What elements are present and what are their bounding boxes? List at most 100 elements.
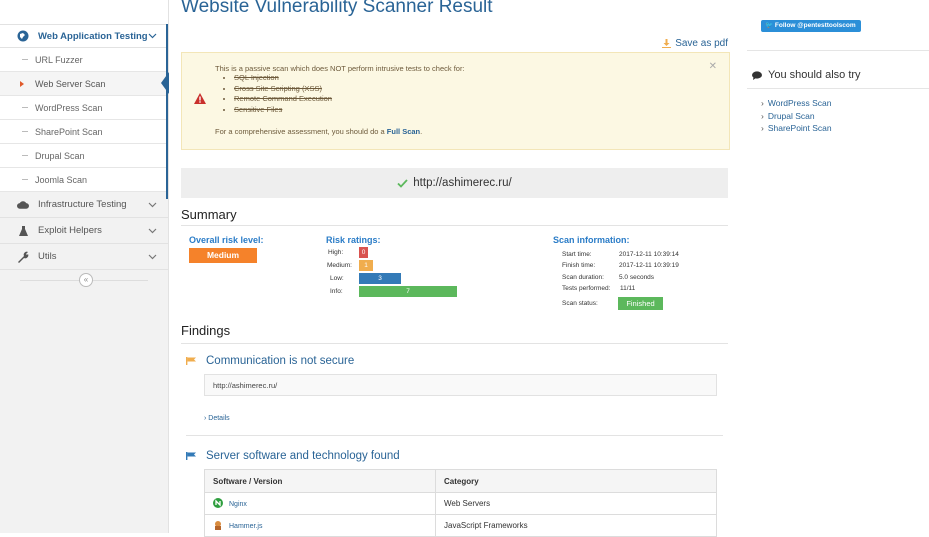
finding-title-communication[interactable]: Communication is not secure [186, 355, 354, 367]
flag-icon [186, 452, 196, 460]
page-title: Website Vulnerability Scanner Result [181, 0, 493, 17]
wrench-icon [17, 251, 29, 263]
sidebar-section-infrastructure-testing[interactable]: Infrastructure Testing [0, 192, 168, 218]
active-marker-icon [20, 81, 24, 87]
also-try-item-drupal[interactable]: › Drupal Scan [761, 110, 832, 123]
category-cell: Web Servers [435, 492, 717, 515]
column-header: Software / Version [204, 469, 436, 493]
overall-risk-label: Overall risk level: [189, 235, 264, 245]
sidebar-section-web-application-testing[interactable]: Web Application Testing [0, 25, 168, 48]
also-try-item-sharepoint[interactable]: › SharePoint Scan [761, 122, 832, 135]
checkmark-icon [397, 178, 408, 188]
risk-bar-low: 3 [359, 273, 401, 284]
divider [747, 50, 929, 51]
warning-icon [194, 93, 206, 104]
scan-info-row: Start time: 2017-12-11 10:39:14 [562, 251, 679, 258]
chevron-down-icon [148, 228, 157, 233]
sidebar-collapse-row: « [0, 270, 168, 290]
software-cell[interactable]: Hammer.js [204, 514, 436, 537]
scan-info-row: Tests performed: 11/11 [562, 285, 635, 292]
sidebar: Web Application Testing URL Fuzzer Web S… [0, 0, 169, 533]
passive-scan-warning: ✕ This is a passive scan which does NOT … [181, 52, 730, 150]
overall-risk-badge: Medium [189, 248, 257, 263]
sidebar-section-label: Utils [38, 251, 57, 262]
collapse-sidebar-icon[interactable]: « [79, 273, 93, 287]
scan-info-label: Start time: [562, 251, 592, 258]
risk-bar-medium: 1 [359, 260, 373, 271]
chevron-right-icon: › [761, 110, 764, 121]
finding-url-box: http://ashimerec.ru/ [204, 374, 717, 396]
risk-rating-label: Low: [330, 275, 344, 282]
scan-info-value: 2017-12-11 10:39:14 [619, 251, 679, 258]
finding-title-text: Communication is not secure [206, 355, 355, 367]
scan-info-row: Scan duration: 5.0 seconds [562, 274, 654, 281]
also-try-title: You should also try [768, 69, 861, 81]
warning-footer-text: For a comprehensive assessment, you shou… [215, 127, 385, 136]
tree-dash [22, 179, 28, 180]
divider [747, 88, 929, 89]
warning-list-item: Remote Command Execution [234, 94, 332, 105]
details-toggle[interactable]: › Details [204, 415, 230, 422]
twitter-follow-button[interactable]: 🐦 Follow @pentesttoolscom [761, 20, 861, 32]
also-try-item-wordpress[interactable]: › WordPress Scan [761, 97, 832, 110]
category-cell: JavaScript Frameworks [435, 514, 717, 537]
flag-icon [186, 357, 196, 365]
finding-title-server-software[interactable]: Server software and technology found [186, 450, 400, 462]
risk-bar-high: 0 [359, 247, 368, 258]
sidebar-item-label: Web Server Scan [35, 78, 106, 89]
sidebar-section-exploit-helpers[interactable]: Exploit Helpers [0, 218, 168, 244]
software-table: Software / Version Category Nginx Web Se… [204, 469, 717, 537]
scan-info-row: Finish time: 2017-12-11 10:39:19 [562, 262, 679, 269]
scan-info-label: Scan duration: [562, 274, 604, 281]
table-row: Nginx Web Servers [204, 492, 717, 515]
scan-status-label: Scan status: [562, 300, 598, 307]
sidebar-item-drupal-scan[interactable]: Drupal Scan [0, 144, 168, 168]
warning-list-item: Sensitive Files [234, 105, 332, 116]
tree-dash [22, 107, 28, 108]
scan-info-value: 11/11 [620, 285, 636, 292]
target-url-bar: http://ashimerec.ru/ [181, 168, 728, 198]
divider [186, 435, 723, 436]
details-label: Details [208, 415, 230, 422]
hammerjs-logo-icon [213, 520, 223, 532]
tree-dash [22, 131, 28, 132]
sidebar-item-label: Drupal Scan [35, 150, 85, 161]
sidebar-item-url-fuzzer[interactable]: URL Fuzzer [0, 48, 168, 72]
save-as-pdf-label: Save as pdf [675, 38, 728, 49]
twitter-follow-label: Follow @pentesttoolscom [774, 22, 856, 29]
finding-title-text: Server software and technology found [206, 450, 400, 462]
divider [181, 225, 728, 226]
sidebar-item-joomla-scan[interactable]: Joomla Scan [0, 168, 168, 192]
chevron-down-icon [148, 254, 157, 259]
scan-info-value: 5.0 seconds [619, 274, 655, 281]
active-section-rail [166, 24, 168, 199]
cloud-icon [17, 199, 29, 211]
tree-dash [22, 59, 28, 60]
warning-footer: For a comprehensive assessment, you shou… [215, 127, 422, 136]
software-cell[interactable]: Nginx [204, 492, 436, 515]
globe-icon [17, 30, 29, 42]
also-try-list: › WordPress Scan › Drupal Scan › SharePoint… [761, 97, 832, 135]
sidebar-item-label: SharePoint Scan [35, 126, 103, 137]
sidebar-item-sharepoint-scan[interactable]: SharePoint Scan [0, 120, 168, 144]
close-icon[interactable]: ✕ [709, 61, 717, 72]
table-row: Hammer.js JavaScript Frameworks [204, 514, 717, 537]
warning-footer-suffix: . [420, 127, 423, 136]
tree-dash [22, 155, 28, 156]
twitter-bird-icon: 🐦 [765, 22, 774, 29]
sidebar-item-web-server-scan[interactable]: Web Server Scan [0, 72, 169, 96]
sidebar-section-utils[interactable]: Utils [0, 244, 168, 270]
software-name: Hammer.js [229, 522, 263, 530]
risk-ratings-label: Risk ratings: [326, 235, 381, 245]
findings-heading: Findings [181, 323, 231, 338]
risk-rating-label: Medium: [327, 262, 352, 269]
target-url: http://ashimerec.ru/ [413, 177, 512, 189]
full-scan-link[interactable]: Full Scan [387, 127, 420, 136]
chevron-right-icon: › [761, 123, 764, 133]
scan-info-value: 2017-12-11 10:39:19 [619, 262, 679, 269]
also-try-label: Drupal Scan [767, 110, 815, 121]
sidebar-item-wordpress-scan[interactable]: WordPress Scan [0, 96, 168, 120]
save-as-pdf-button[interactable]: Save as pdf [662, 38, 728, 49]
table-header-row: Software / Version Category [204, 469, 717, 493]
sidebar-top-spacer [0, 0, 168, 25]
